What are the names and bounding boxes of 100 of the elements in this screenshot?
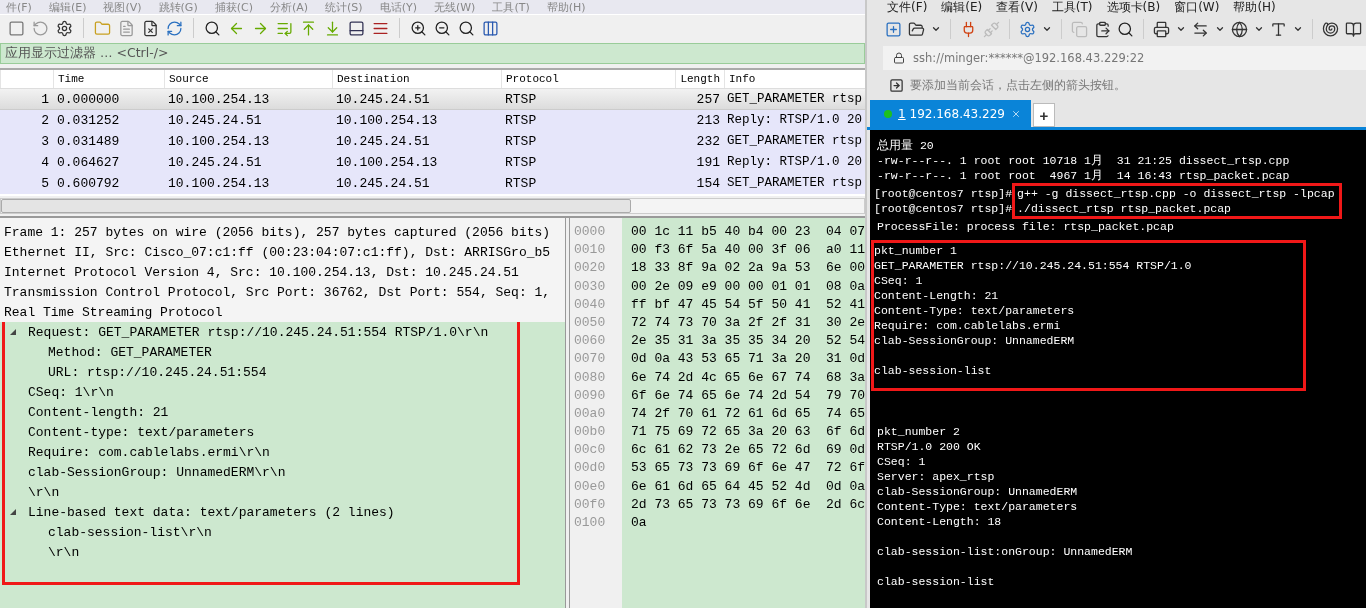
menu-item[interactable]: 选项卡(B) <box>1106 1 1175 14</box>
hex-offset: 00c0 <box>574 442 607 460</box>
menu-item[interactable]: 窗口(W) <box>1174 1 1234 14</box>
table-cell-text: 4 <box>40 154 50 170</box>
terminal-line: Server: apex_rtsp <box>877 469 996 484</box>
column-header[interactable]: Destination <box>332 70 501 88</box>
terminal-line: clab-session-list:onGroup: UnnamedERM <box>877 544 1134 559</box>
table-cell-text: Reply: RTSP/1.0 20 <box>726 155 864 169</box>
restart-icon[interactable] <box>32 19 49 37</box>
hex-offset: 0010 <box>574 242 607 260</box>
terminal-line: clab-session-list <box>874 363 993 378</box>
column-header[interactable]: Protocol <box>501 70 675 88</box>
tree-item[interactable]: Request: GET_PARAMETER rtsp://10.245.24.51:554 RTSP/1.0\r\n <box>28 324 489 340</box>
tree-item[interactable]: \r\n <box>48 544 80 560</box>
display-filter-field[interactable]: 应用显示过滤器 … <Ctrl-/> <box>0 43 866 64</box>
font-icon[interactable] <box>1270 20 1288 38</box>
tree-item[interactable]: Content-type: text/parameters <box>28 424 255 440</box>
terminal-line: clab-session-list <box>877 574 996 589</box>
hex-bytes: 2d 73 65 73 73 69 6f 6e 2d 6c <box>631 496 866 514</box>
caret-icon[interactable] <box>1215 24 1226 34</box>
tree-item[interactable]: Require: com.cablelabs.ermi\r\n <box>28 444 270 460</box>
menu-item[interactable]: 查看(V) <box>996 1 1052 14</box>
caret-icon[interactable] <box>1042 24 1053 34</box>
hex-offset: 00d0 <box>574 460 607 478</box>
column-header[interactable]: Source <box>164 70 332 88</box>
tree-item[interactable]: \r\n <box>28 484 60 500</box>
column-header[interactable]: Time <box>53 70 164 88</box>
table-cell-text: 10.245.24.51 <box>335 133 431 149</box>
search-icon[interactable] <box>1117 20 1135 38</box>
tree-item[interactable]: CSeq: 1\r\n <box>28 384 114 400</box>
terminal-line: CSeq: 1 <box>877 454 927 469</box>
zoom-reset-icon[interactable] <box>458 19 475 37</box>
tree-item[interactable]: Transmission Control Protocol, Src Port: 36762, Dst Port: 554, Seq: 1, <box>4 284 551 300</box>
menu-item[interactable]: 工具(T) <box>1051 1 1107 14</box>
packet-row[interactable]: 2 0.031252 10.245.24.51 10.100.254.13 RTSP 213 Reply: RTSP/1.0 20 <box>0 110 866 131</box>
folder-icon[interactable] <box>908 20 926 38</box>
tree-item[interactable]: URL: rtsp://10.245.24.51:554 <box>48 364 267 380</box>
globe-icon[interactable] <box>1231 20 1249 38</box>
shell-prompt: [root@centos7 rtsp]# <box>874 201 1013 216</box>
zoom-in-icon[interactable] <box>410 19 427 37</box>
reload-icon[interactable] <box>166 19 183 37</box>
table-cell-text: 154 <box>695 175 721 191</box>
terminal[interactable] <box>870 130 1366 608</box>
shell-command: ./dissect_rtsp rtsp_packet.pcap <box>1017 201 1232 216</box>
hex-bytes: 6e 61 6d 65 64 45 52 4d 0d 0a <box>631 478 866 496</box>
expanded-triangle-icon[interactable] <box>9 508 17 516</box>
horizontal-scrollbar[interactable] <box>0 198 866 214</box>
menu-item[interactable]: 帮助(H) <box>1233 1 1290 14</box>
paste-icon[interactable] <box>1094 20 1112 38</box>
caret-icon[interactable] <box>931 24 942 34</box>
book-icon[interactable] <box>1345 20 1363 38</box>
packet-row[interactable]: 5 0.600792 10.100.254.13 10.245.24.51 RTSP 154 SET_PARAMETER rtsp <box>0 173 866 194</box>
shell-icon[interactable] <box>1322 20 1340 38</box>
tree-item[interactable]: Method: GET_PARAMETER <box>48 344 212 360</box>
packet-row[interactable]: 3 0.031489 10.100.254.13 10.245.24.51 RTSP 232 GET_PARAMETER rtsp <box>0 131 866 152</box>
table-cell-text: 2 <box>40 112 50 128</box>
settings-icon[interactable] <box>56 19 73 37</box>
packet-row[interactable]: 4 0.064627 10.245.24.51 10.100.254.13 RTSP 191 Reply: RTSP/1.0 20 <box>0 152 866 173</box>
scrollbar-thumb[interactable] <box>1 199 631 213</box>
tree-item[interactable]: Ethernet II, Src: Cisco_07:c1:ff (00:23:04:07:c1:ff), Dst: ARRISGro_b5 <box>4 244 551 260</box>
printer-icon[interactable] <box>1153 20 1171 38</box>
hex-offset: 00f0 <box>574 496 607 514</box>
transfer-icon[interactable] <box>1192 20 1210 38</box>
session-tab[interactable]: 1 192.168.43.229 <box>870 100 1031 127</box>
close-file-icon[interactable] <box>142 19 159 37</box>
table-cell-text: 0.031252 <box>56 112 121 128</box>
caret-icon[interactable] <box>1254 24 1265 34</box>
new-session-icon[interactable] <box>885 20 903 38</box>
menu-item[interactable]: 文件(F) <box>887 1 942 14</box>
expanded-triangle-icon[interactable] <box>9 328 17 336</box>
packet-row[interactable]: 1 0.000000 10.100.254.13 10.245.24.51 RTSP 257 GET_PARAMETER rtsp <box>0 89 866 110</box>
hex-bytes: 72 74 73 70 3a 2f 2f 31 30 2e <box>631 314 866 332</box>
close-icon[interactable] <box>1010 108 1021 119</box>
table-cell-text: RTSP <box>504 133 538 149</box>
new-tab-button[interactable]: + <box>1032 103 1055 127</box>
stop-icon[interactable] <box>8 19 25 37</box>
tree-item[interactable]: clab-session-list\r\n <box>48 524 212 540</box>
shell-prompt: [root@centos7 rtsp]# <box>874 186 1013 201</box>
tree-item[interactable]: Line-based text data: text/parameters (2 lines) <box>28 504 395 520</box>
caret-icon[interactable] <box>1176 24 1187 34</box>
hex-bytes: 6f 6e 74 65 6e 74 2d 54 79 70 <box>631 387 866 405</box>
caret-icon[interactable] <box>1293 24 1304 34</box>
resize-columns-icon[interactable] <box>482 19 499 37</box>
tree-item[interactable]: Content-length: 21 <box>28 404 169 420</box>
search-icon[interactable] <box>204 19 221 37</box>
tree-item[interactable]: Real Time Streaming Protocol <box>4 304 223 320</box>
address-field[interactable]: ssh://minger:******@192.168.43.229:22 <box>883 46 1366 70</box>
column-header[interactable]: Length <box>675 70 724 88</box>
tree-item[interactable]: Frame 1: 257 bytes on wire (2056 bits), 257 bytes captured (2056 bits) <box>4 224 551 240</box>
autoscroll-icon[interactable] <box>348 19 365 37</box>
tree-item[interactable]: clab-SessionGroup: UnnamedERM\r\n <box>28 464 286 480</box>
menu-item[interactable]: 编辑(E) <box>941 1 997 14</box>
column-header[interactable]: Info <box>724 70 866 88</box>
terminal-line: Content-Type: text/parameters <box>877 499 1079 514</box>
table-cell-text: 10.245.24.51 <box>167 112 263 128</box>
hex-offset: 0090 <box>574 387 607 405</box>
terminal-line: GET_PARAMETER rtsp://10.245.24.51:554 RTSP/1.0 <box>874 258 1193 273</box>
zoom-out-icon[interactable] <box>434 19 451 37</box>
table-cell-text: RTSP <box>504 91 538 107</box>
tree-item[interactable]: Internet Protocol Version 4, Src: 10.100.254.13, Dst: 10.245.24.51 <box>4 264 519 280</box>
